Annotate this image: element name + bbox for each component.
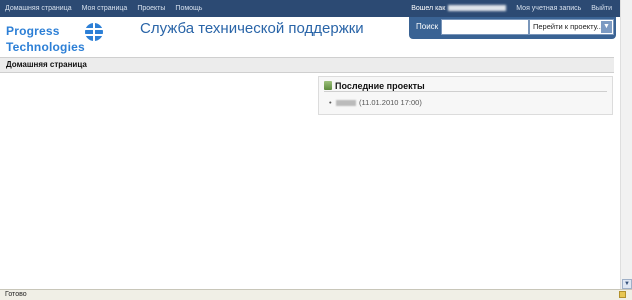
nav-help-link[interactable]: Помощь	[175, 5, 202, 12]
search-panel: Поиск Перейти к проекту... ▼	[409, 17, 616, 39]
recent-projects-panel: Последние проекты (11.01.2010 17:00)	[318, 76, 613, 115]
logo-line2: Technologies	[6, 40, 85, 54]
globe-logo-icon	[85, 23, 103, 41]
my-account-link[interactable]: Моя учетная запись	[516, 5, 581, 12]
vertical-scrollbar[interactable]: ▼	[620, 0, 632, 289]
project-jump-value: Перейти к проекту...	[533, 22, 603, 31]
list-item: (11.01.2010 17:00)	[329, 98, 422, 107]
project-link[interactable]	[336, 100, 356, 107]
logout-link[interactable]: Выйти	[591, 5, 612, 12]
project-jump-select[interactable]: Перейти к проекту... ▼	[529, 19, 614, 35]
nav-my-page-link[interactable]: Моя страница	[82, 5, 128, 12]
nav-home-link[interactable]: Домашняя страница	[5, 5, 72, 12]
divider	[324, 91, 607, 92]
search-label: Поиск	[416, 22, 439, 31]
lock-icon	[619, 291, 626, 298]
top-nav-bar: Домашняя страница Моя страница Проекты П…	[0, 0, 632, 17]
top-nav-right: Вошел как Моя учетная запись Выйти	[411, 5, 612, 12]
site-title: Служба технической поддержки	[140, 20, 364, 37]
projects-icon	[324, 81, 332, 90]
company-logo[interactable]: Progress Technologies	[6, 21, 106, 57]
top-nav-left: Домашняя страница Моя страница Проекты П…	[5, 5, 202, 12]
masked-username	[448, 5, 507, 12]
search-input[interactable]	[441, 19, 529, 35]
logged-in-as: Вошел как	[411, 5, 507, 12]
status-bar: Готово	[0, 289, 632, 300]
logo-line1: Progress	[6, 24, 60, 38]
page-title: Домашняя страница	[6, 60, 87, 69]
page-title-bar: Домашняя страница	[0, 57, 614, 73]
scroll-down-icon[interactable]: ▼	[622, 279, 632, 289]
chevron-down-icon[interactable]: ▼	[601, 21, 612, 33]
logged-in-label: Вошел как	[411, 5, 446, 12]
project-date: (11.01.2010 17:00)	[359, 98, 422, 107]
nav-projects-link[interactable]: Проекты	[137, 5, 165, 12]
recent-projects-title: Последние проекты	[335, 81, 425, 91]
status-text: Готово	[5, 291, 27, 298]
